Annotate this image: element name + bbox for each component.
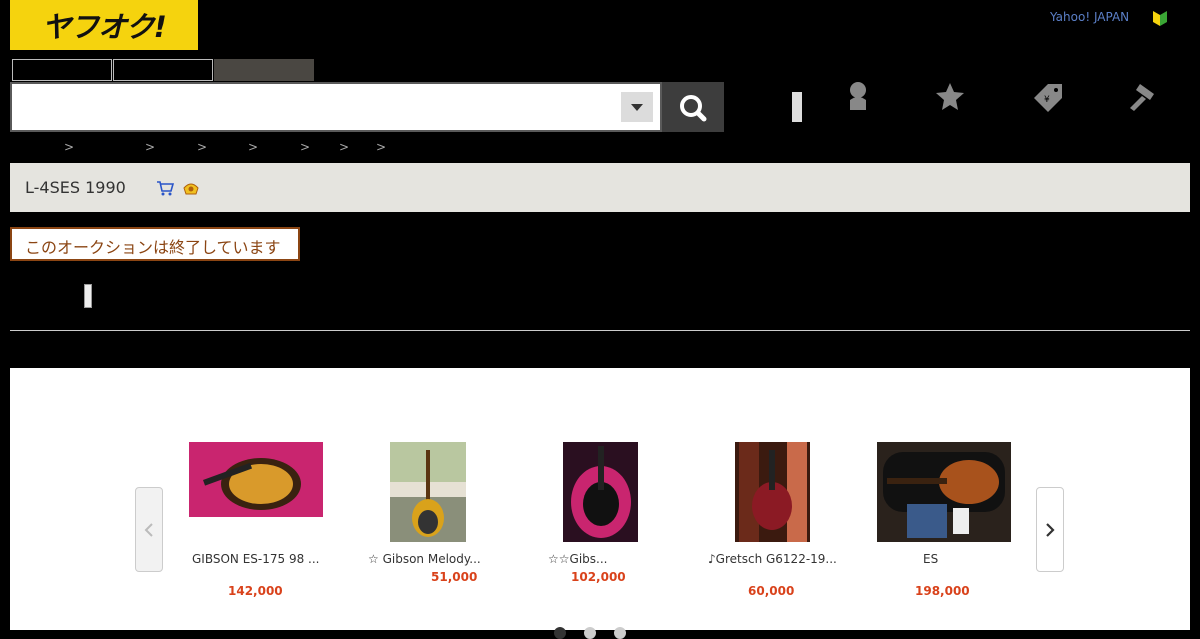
tab-2[interactable] [113, 59, 213, 81]
tab-1[interactable] [12, 59, 112, 81]
pagination-dot[interactable] [554, 627, 566, 639]
item-price: 142,000 [228, 584, 283, 598]
yahoo-japan-link[interactable]: Yahoo! JAPAN [1050, 10, 1129, 24]
beginner-mark-icon[interactable] [1152, 9, 1168, 31]
yahuoku-logo[interactable]: ヤフオク! [10, 0, 198, 50]
carousel-next-button[interactable] [1036, 487, 1064, 572]
item-price: 60,000 [748, 584, 795, 598]
breadcrumb-separator: > [64, 140, 75, 154]
item-title[interactable]: ♪Gretsch G6122-19... [708, 552, 838, 566]
search-tabs [12, 59, 315, 82]
search-icon [680, 95, 707, 122]
auction-gavel-icon[interactable] [1128, 80, 1158, 116]
search-button[interactable] [662, 82, 724, 132]
item-title-bar: L-4SES 1990 [10, 163, 1190, 212]
shopping-cart-icon[interactable] [156, 180, 175, 200]
search-box [10, 82, 662, 132]
guitar-photo[interactable] [563, 442, 638, 542]
auction-ended-notice: このオークションは終了しています [10, 227, 300, 261]
item-title[interactable]: ☆ Gibson Melody... [368, 552, 518, 566]
tab-3[interactable] [214, 59, 314, 81]
breadcrumb-separator: > [339, 140, 350, 154]
chevron-right-icon [1046, 522, 1055, 537]
star-icon[interactable] [934, 80, 966, 116]
nav-separator [792, 92, 802, 122]
item-title[interactable]: GIBSON ES-175 98 ... [192, 552, 322, 566]
search-input[interactable] [18, 92, 612, 124]
item-price: 198,000 [915, 584, 970, 598]
item-title[interactable]: ES [923, 552, 1053, 566]
guitar-photo[interactable] [390, 442, 466, 542]
breadcrumb-separator: > [248, 140, 259, 154]
breadcrumb-separator: > [300, 140, 311, 154]
category-dropdown-button[interactable] [621, 92, 653, 122]
item-price: 102,000 [571, 570, 626, 584]
logo-text: ヤフオク! [42, 10, 167, 44]
breadcrumb-separator: > [145, 140, 156, 154]
item-price: 51,000 [431, 570, 478, 584]
divider [10, 330, 1190, 331]
image-scroll-handle[interactable] [84, 284, 92, 308]
svg-text:¥: ¥ [1044, 95, 1050, 105]
chevron-left-icon [144, 522, 153, 537]
breadcrumb-separator: > [376, 140, 387, 154]
watchlist-icon[interactable] [182, 178, 200, 200]
carousel-pagination [554, 627, 626, 639]
guitar-photo[interactable] [189, 442, 323, 517]
carousel-prev-button[interactable] [135, 487, 163, 572]
item-title[interactable]: ☆☆Gibs... [548, 552, 678, 566]
guitar-photo[interactable] [735, 442, 810, 542]
breadcrumb-separator: > [197, 140, 208, 154]
price-tag-icon[interactable]: ¥ [1030, 80, 1066, 116]
pagination-dot[interactable] [614, 627, 626, 639]
recommendation-carousel: GIBSON ES-175 98 ... 142,000 ☆ Gibson Me… [10, 368, 1190, 639]
item-title: L-4SES 1990 [25, 178, 126, 197]
user-icon[interactable] [844, 80, 872, 116]
guitar-photo[interactable] [877, 442, 1011, 542]
pagination-dot[interactable] [584, 627, 596, 639]
